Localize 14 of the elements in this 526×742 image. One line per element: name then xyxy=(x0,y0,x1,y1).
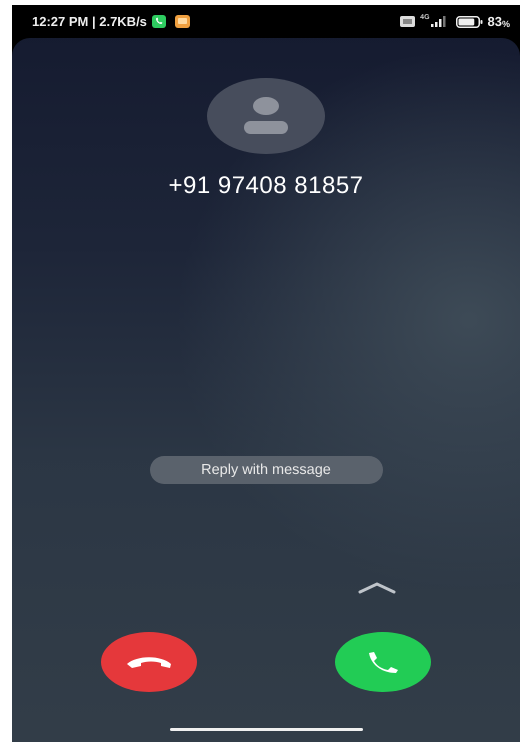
signal-icon xyxy=(430,16,447,27)
message-notification-icon xyxy=(174,15,190,28)
phone-icon xyxy=(366,651,400,673)
person-icon xyxy=(244,97,288,135)
reply-with-message-button[interactable]: Reply with message xyxy=(150,456,382,484)
hang-up-icon xyxy=(125,655,173,669)
caller-number: +91 97408 81857 xyxy=(168,172,364,200)
battery-percent: 83 xyxy=(488,14,502,29)
volte-icon xyxy=(400,16,416,27)
percent-sign: % xyxy=(502,18,510,28)
status-time: 12:27 PM | 2.7KB/s xyxy=(32,14,147,29)
phone-notification-icon xyxy=(152,15,166,28)
swipe-up-chevron-icon[interactable] xyxy=(358,582,396,594)
battery-icon xyxy=(456,16,483,28)
